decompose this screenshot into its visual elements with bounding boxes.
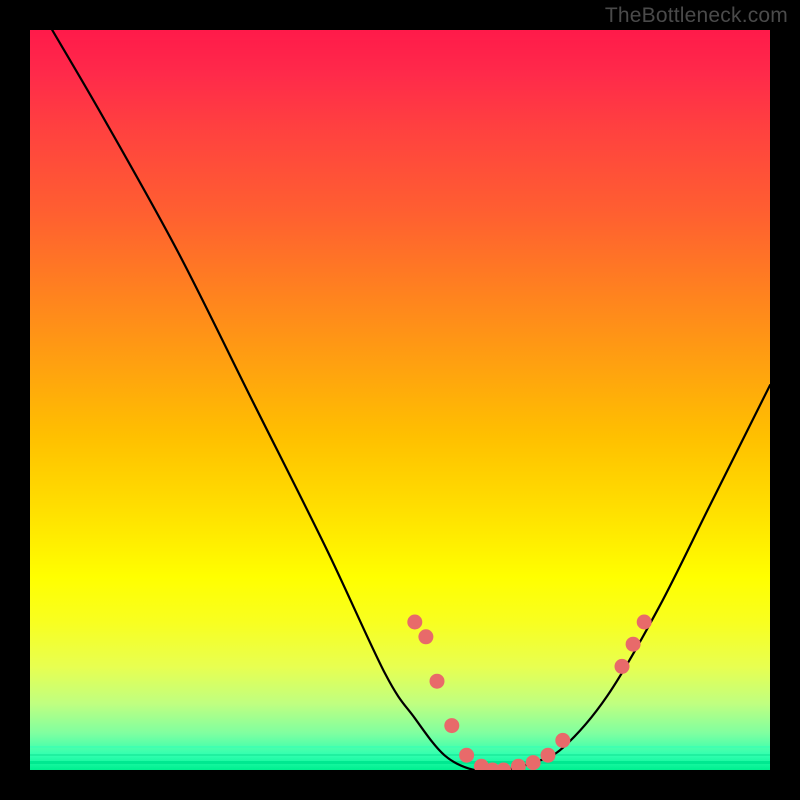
chart-frame: TheBottleneck.com: [0, 0, 800, 800]
highlight-dot: [430, 674, 445, 689]
highlight-dot: [444, 718, 459, 733]
highlight-dot: [459, 748, 474, 763]
bottleneck-curve: [52, 30, 770, 770]
highlight-dot: [615, 659, 630, 674]
highlight-dot: [526, 755, 541, 770]
plot-area: [30, 30, 770, 770]
highlight-dot: [626, 637, 641, 652]
highlight-dot: [418, 629, 433, 644]
highlight-dot: [541, 748, 556, 763]
highlight-dot: [511, 759, 526, 770]
curve-svg: [30, 30, 770, 770]
highlight-dots: [407, 615, 651, 771]
highlight-dot: [407, 615, 422, 630]
watermark-text: TheBottleneck.com: [605, 4, 788, 28]
highlight-dot: [555, 733, 570, 748]
highlight-dot: [496, 763, 511, 771]
highlight-dot: [637, 615, 652, 630]
